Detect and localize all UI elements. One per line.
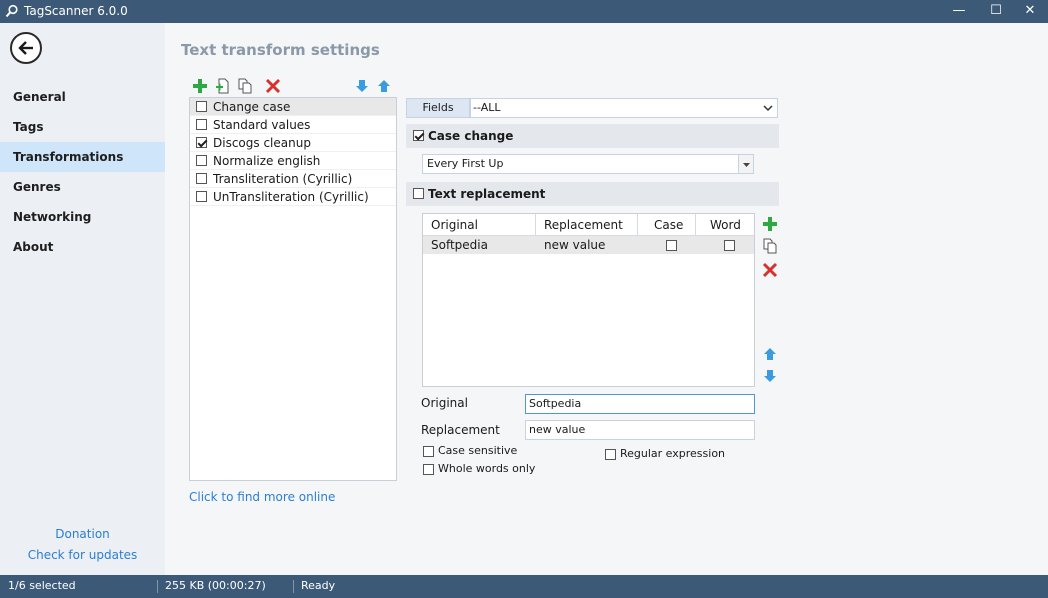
delete-rule-icon[interactable] — [762, 262, 778, 278]
transform-list: Change case Standard values Discogs clea… — [189, 97, 397, 481]
sidebar: General Tags Transformations Genres Netw… — [0, 23, 165, 575]
list-item[interactable]: Change case — [190, 98, 396, 116]
case-sensitive-label: Case sensitive — [438, 444, 518, 457]
case-sensitive-option[interactable]: Case sensitive — [423, 444, 517, 458]
cell-word-checkbox[interactable] — [724, 240, 735, 251]
regex-checkbox[interactable] — [605, 449, 616, 460]
sidebar-item-transformations[interactable]: Transformations — [0, 142, 165, 172]
list-item-label: Discogs cleanup — [213, 136, 311, 150]
list-item-label: Normalize english — [213, 154, 321, 168]
text-replacement-header[interactable]: Text replacement — [406, 182, 779, 206]
fields-label: Fields — [406, 98, 470, 118]
minimize-button[interactable]: — — [940, 0, 978, 23]
case-change-checkbox[interactable] — [413, 130, 424, 141]
column-header-case[interactable]: Case — [638, 214, 696, 236]
close-button[interactable]: ✕ — [1011, 0, 1048, 23]
cell-original: Softpedia — [431, 238, 488, 252]
status-bar: 1/6 selected 255 KB (00:00:27) Ready — [0, 575, 1048, 598]
list-item-label: Standard values — [213, 118, 311, 132]
status-separator — [293, 580, 294, 593]
checkbox[interactable] — [196, 173, 207, 184]
status-selected: 1/6 selected — [8, 579, 76, 592]
sidebar-item-about[interactable]: About — [0, 232, 165, 262]
replacement-label: Replacement — [421, 423, 500, 437]
replacement-table: Original Replacement Case Word Softpedia… — [422, 213, 755, 387]
text-replacement-label: Text replacement — [428, 187, 546, 201]
original-label: Original — [421, 396, 468, 410]
move-up-icon[interactable] — [376, 78, 392, 94]
regex-option[interactable]: Regular expression — [605, 447, 725, 461]
whole-words-label: Whole words only — [438, 462, 536, 475]
app-magnifier-icon — [5, 4, 18, 18]
sidebar-item-tags[interactable]: Tags — [0, 112, 165, 142]
list-item[interactable]: Discogs cleanup — [190, 134, 396, 152]
checkbox[interactable] — [196, 119, 207, 130]
sidebar-item-general[interactable]: General — [0, 82, 165, 112]
table-row[interactable]: Softpedia new value — [423, 236, 754, 254]
column-header-original[interactable]: Original — [423, 214, 536, 236]
checkbox[interactable] — [196, 137, 207, 148]
checkbox[interactable] — [196, 155, 207, 166]
list-item[interactable]: UnTransliteration (Cyrillic) — [190, 188, 396, 206]
column-header-replacement[interactable]: Replacement — [536, 214, 638, 236]
list-item-label: Change case — [213, 100, 291, 114]
maximize-button[interactable]: ☐ — [977, 0, 1015, 23]
case-change-header[interactable]: Case change — [406, 124, 779, 148]
add-icon[interactable] — [192, 78, 208, 94]
cell-case-checkbox[interactable] — [666, 240, 677, 251]
sidebar-item-genres[interactable]: Genres — [0, 172, 165, 202]
find-more-link[interactable]: Click to find more online — [189, 490, 335, 504]
main-content: Text transform settings Change case Stan… — [165, 23, 1048, 575]
case-mode-dropdown[interactable]: Every First Up — [422, 154, 754, 174]
case-sensitive-checkbox[interactable] — [423, 446, 434, 457]
title-bar: TagScanner 6.0.0 — ☐ ✕ — [0, 0, 1048, 23]
whole-words-option[interactable]: Whole words only — [423, 462, 535, 476]
case-change-label: Case change — [428, 129, 514, 143]
case-mode-value: Every First Up — [427, 157, 504, 170]
check-updates-link[interactable]: Check for updates — [0, 548, 165, 562]
sidebar-item-networking[interactable]: Networking — [0, 202, 165, 232]
replacement-input[interactable]: new value — [525, 420, 755, 440]
cell-replacement: new value — [544, 238, 606, 252]
whole-words-checkbox[interactable] — [423, 464, 434, 475]
list-item-label: Transliteration (Cyrillic) — [213, 172, 353, 186]
text-replacement-checkbox[interactable] — [413, 188, 424, 199]
donation-link[interactable]: Donation — [0, 527, 165, 541]
status-separator — [157, 580, 158, 593]
fields-value: --ALL — [473, 101, 501, 114]
regex-label: Regular expression — [620, 447, 726, 460]
list-item[interactable]: Transliteration (Cyrillic) — [190, 170, 396, 188]
list-item-label: UnTransliteration (Cyrillic) — [213, 190, 369, 204]
status-size: 255 KB (00:00:27) — [165, 579, 266, 592]
back-arrow-icon — [18, 41, 33, 55]
fields-dropdown[interactable]: --ALL — [470, 98, 778, 118]
page-title: Text transform settings — [181, 41, 380, 59]
rule-move-up-icon[interactable] — [762, 346, 778, 362]
new-document-icon[interactable] — [215, 78, 231, 94]
delete-icon[interactable] — [265, 78, 281, 94]
add-rule-icon[interactable] — [762, 216, 778, 232]
checkbox[interactable] — [196, 191, 207, 202]
original-input[interactable]: Softpedia — [525, 394, 755, 414]
column-header-word[interactable]: Word — [696, 214, 754, 236]
checkbox[interactable] — [196, 101, 207, 112]
rule-move-down-icon[interactable] — [762, 368, 778, 384]
chevron-down-icon — [763, 105, 773, 112]
dropdown-button[interactable] — [738, 155, 753, 173]
back-button[interactable] — [10, 32, 42, 64]
list-item[interactable]: Standard values — [190, 116, 396, 134]
list-item[interactable]: Normalize english — [190, 152, 396, 170]
copy-rule-icon[interactable] — [762, 238, 778, 254]
caret-down-icon — [743, 163, 750, 167]
move-down-icon[interactable] — [354, 78, 370, 94]
window-title: TagScanner 6.0.0 — [24, 4, 128, 18]
copy-icon[interactable] — [237, 78, 253, 94]
status-state: Ready — [301, 579, 336, 592]
